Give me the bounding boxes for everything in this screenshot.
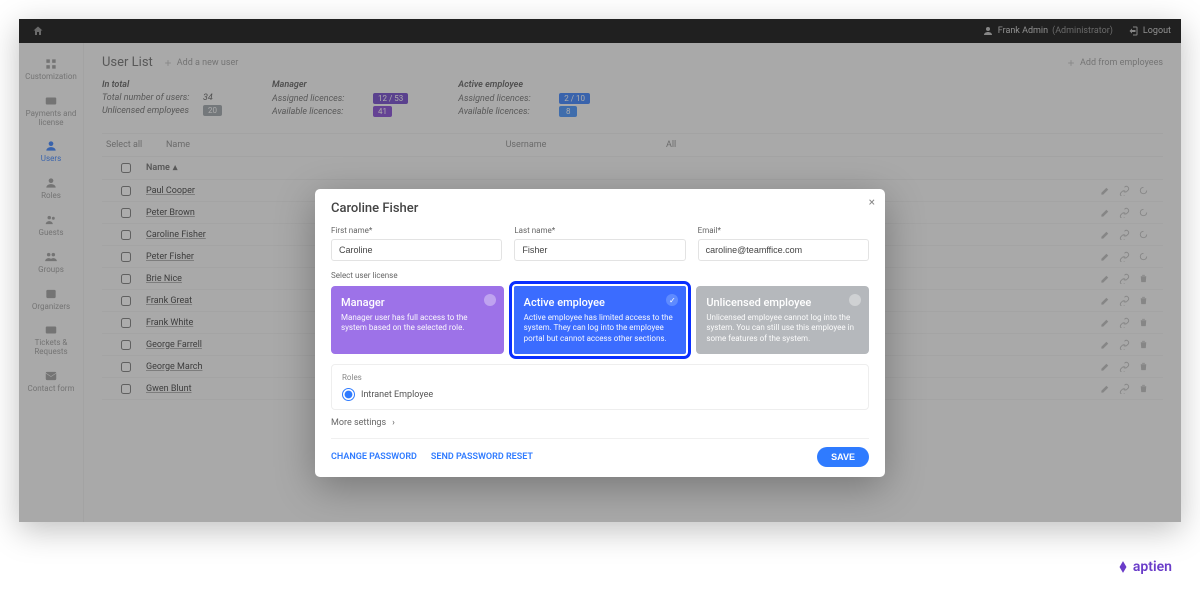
first-name-field[interactable] — [331, 239, 502, 261]
close-icon[interactable]: × — [869, 195, 875, 209]
brand-icon — [1116, 560, 1130, 574]
license-section-label: Select user license — [331, 271, 869, 280]
send-password-reset-button[interactable]: SEND PASSWORD RESET — [431, 452, 533, 462]
roles-box: Roles Intranet Employee — [331, 364, 869, 410]
first-name-label: First name* — [331, 226, 502, 235]
change-password-button[interactable]: CHANGE PASSWORD — [331, 452, 417, 462]
license-card-unlicensed[interactable]: Unlicensed employee Unlicensed employee … — [696, 286, 869, 354]
radio-unchecked-icon — [484, 294, 496, 306]
last-name-label: Last name* — [514, 226, 685, 235]
role-label: Intranet Employee — [361, 390, 433, 400]
radio-unchecked-icon — [849, 294, 861, 306]
chevron-right-icon: › — [392, 418, 395, 428]
last-name-field[interactable] — [514, 239, 685, 261]
modal-title: Caroline Fisher — [331, 201, 869, 216]
role-radio-intranet[interactable] — [342, 388, 355, 401]
brand-logo: aptien — [1116, 559, 1172, 575]
email-field[interactable] — [698, 239, 869, 261]
license-card-active-employee[interactable]: ✓ Active employee Active employee has li… — [514, 286, 687, 354]
roles-label: Roles — [342, 373, 858, 382]
modal-overlay: × Caroline Fisher First name* Last name*… — [19, 19, 1181, 522]
edit-user-modal: × Caroline Fisher First name* Last name*… — [315, 189, 885, 477]
save-button[interactable]: SAVE — [817, 447, 869, 467]
email-label: Email* — [698, 226, 869, 235]
radio-checked-icon: ✓ — [666, 294, 678, 306]
license-card-manager[interactable]: Manager Manager user has full access to … — [331, 286, 504, 354]
more-settings-toggle[interactable]: More settings › — [331, 418, 869, 428]
